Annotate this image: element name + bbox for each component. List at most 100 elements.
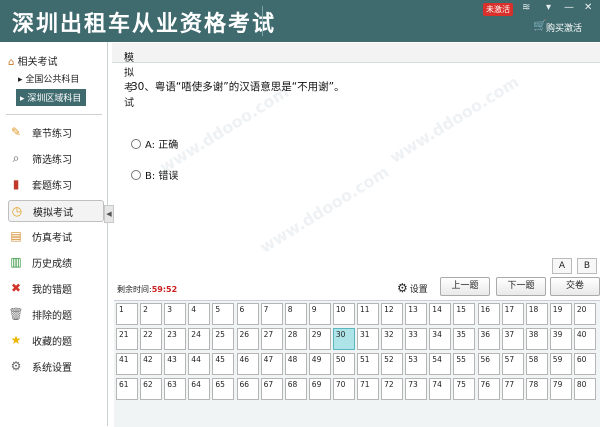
answer-cell[interactable]: 28 <box>284 328 307 350</box>
answer-cell[interactable]: 66 <box>236 378 259 400</box>
answer-cell[interactable]: 60 <box>573 353 596 375</box>
answer-cell[interactable]: 63 <box>164 378 187 400</box>
answer-cell[interactable]: 61 <box>116 378 138 400</box>
answer-cell[interactable]: 59 <box>549 353 572 375</box>
buy-activate-link[interactable]: 购买激活 <box>546 21 582 34</box>
nav-system-settings[interactable]: ⚙ 系统设置 <box>8 356 102 376</box>
answer-cell[interactable]: 69 <box>308 378 331 400</box>
answer-cell[interactable]: 73 <box>405 378 428 400</box>
answer-cell[interactable]: 6 <box>236 303 259 325</box>
answer-cell[interactable]: 45 <box>212 353 235 375</box>
nav-history-scores[interactable]: ▥ 历史成绩 <box>8 252 102 272</box>
answer-cell[interactable]: 3 <box>164 303 187 325</box>
answer-cell[interactable]: 55 <box>453 353 476 375</box>
wifi-icon[interactable]: ≋ <box>522 2 530 13</box>
answer-cell[interactable]: 22 <box>140 328 163 350</box>
answer-cell[interactable]: 58 <box>525 353 548 375</box>
answer-cell[interactable]: 80 <box>573 378 596 400</box>
answer-cell[interactable]: 26 <box>236 328 259 350</box>
answer-cell[interactable]: 46 <box>236 353 259 375</box>
minimize-icon[interactable]: — <box>564 2 574 13</box>
menu-icon[interactable]: ▾ <box>546 2 551 13</box>
answer-cell[interactable]: 57 <box>501 353 524 375</box>
related-exams-section[interactable]: ⌂ 相关考试 <box>8 53 58 68</box>
answer-cell[interactable]: 20 <box>573 303 596 325</box>
answer-cell[interactable]: 9 <box>308 303 331 325</box>
answer-cell[interactable]: 53 <box>405 353 428 375</box>
answer-cell[interactable]: 43 <box>164 353 187 375</box>
answer-cell[interactable]: 23 <box>164 328 187 350</box>
nav-filter-practice[interactable]: ⌕ 筛选练习 <box>8 148 102 168</box>
answer-cell[interactable]: 11 <box>357 303 379 325</box>
answer-cell[interactable]: 68 <box>284 378 307 400</box>
answer-cell[interactable]: 40 <box>573 328 596 350</box>
answer-cell[interactable]: 67 <box>260 378 283 400</box>
answer-cell[interactable]: 54 <box>429 353 452 375</box>
answer-cell[interactable]: 18 <box>525 303 548 325</box>
answer-cell[interactable]: 12 <box>381 303 404 325</box>
answer-cell[interactable]: 10 <box>332 303 355 325</box>
answer-cell[interactable]: 77 <box>501 378 524 400</box>
answer-cell[interactable]: 25 <box>212 328 235 350</box>
answer-cell[interactable]: 52 <box>381 353 404 375</box>
answer-cell[interactable]: 34 <box>429 328 452 350</box>
answer-cell[interactable]: 7 <box>260 303 283 325</box>
collapse-sidebar-button[interactable]: ◀ <box>104 205 114 223</box>
option-a[interactable]: A: 正确 <box>131 136 178 151</box>
answer-cell[interactable]: 74 <box>429 378 452 400</box>
answer-cell[interactable]: 79 <box>549 378 572 400</box>
answer-cell[interactable]: 50 <box>332 353 355 375</box>
answer-cell[interactable]: 65 <box>212 378 235 400</box>
answer-cell[interactable]: 33 <box>405 328 428 350</box>
answer-cell[interactable]: 56 <box>477 353 500 375</box>
cart-icon[interactable]: 🛒 <box>533 19 547 32</box>
font-size-a-button[interactable]: A <box>552 258 572 274</box>
submit-exam-button[interactable]: 交卷 <box>550 277 600 296</box>
prev-question-button[interactable]: 上一题 <box>440 277 490 296</box>
answer-cell[interactable]: 72 <box>381 378 404 400</box>
nav-chapter-practice[interactable]: ✎ 章节练习 <box>8 122 102 142</box>
answer-cell[interactable]: 5 <box>212 303 235 325</box>
nav-simulation-exam[interactable]: ▤ 仿真考试 <box>8 226 102 246</box>
answer-cell[interactable]: 36 <box>477 328 500 350</box>
answer-cell[interactable]: 14 <box>429 303 452 325</box>
answer-cell[interactable]: 44 <box>188 353 211 375</box>
unregistered-badge[interactable]: 未激活 <box>483 3 513 16</box>
answer-cell[interactable]: 30 <box>332 328 355 350</box>
sidebar-item-shenzhen-regional[interactable]: ▸ 深圳区域科目 <box>16 89 87 106</box>
answer-cell[interactable]: 48 <box>284 353 307 375</box>
answer-cell[interactable]: 41 <box>116 353 138 375</box>
radio-icon[interactable] <box>131 138 141 149</box>
settings-button[interactable]: ⚙ 设置 <box>397 281 428 295</box>
answer-cell[interactable]: 32 <box>381 328 404 350</box>
answer-cell[interactable]: 42 <box>140 353 163 375</box>
answer-cell[interactable]: 37 <box>501 328 524 350</box>
answer-cell[interactable]: 71 <box>357 378 379 400</box>
answer-cell[interactable]: 29 <box>308 328 331 350</box>
answer-cell[interactable]: 39 <box>549 328 572 350</box>
answer-cell[interactable]: 38 <box>525 328 548 350</box>
option-b[interactable]: B: 错误 <box>131 167 178 182</box>
answer-cell[interactable]: 76 <box>477 378 500 400</box>
radio-icon[interactable] <box>131 169 141 180</box>
answer-cell[interactable]: 19 <box>549 303 572 325</box>
sidebar-item-national-public[interactable]: ▸ 全国公共科目 <box>18 72 79 85</box>
answer-cell[interactable]: 31 <box>357 328 379 350</box>
close-icon[interactable]: ✕ <box>584 2 592 13</box>
answer-cell[interactable]: 8 <box>284 303 307 325</box>
answer-cell[interactable]: 21 <box>116 328 138 350</box>
answer-cell[interactable]: 1 <box>116 303 138 325</box>
next-question-button[interactable]: 下一题 <box>496 277 546 296</box>
answer-cell[interactable]: 16 <box>477 303 500 325</box>
answer-cell[interactable]: 70 <box>332 378 355 400</box>
answer-cell[interactable]: 35 <box>453 328 476 350</box>
font-size-b-button[interactable]: B <box>577 258 597 274</box>
nav-excluded-questions[interactable]: 🗑 排除的题 <box>8 304 102 324</box>
nav-set-practice[interactable]: ▮ 套题练习 <box>8 174 102 194</box>
answer-cell[interactable]: 51 <box>357 353 379 375</box>
answer-cell[interactable]: 62 <box>140 378 163 400</box>
nav-mock-exam[interactable]: ◷ 模拟考试 <box>8 200 104 222</box>
answer-cell[interactable]: 75 <box>453 378 476 400</box>
answer-cell[interactable]: 24 <box>188 328 211 350</box>
nav-favorites[interactable]: ★ 收藏的题 <box>8 330 102 350</box>
